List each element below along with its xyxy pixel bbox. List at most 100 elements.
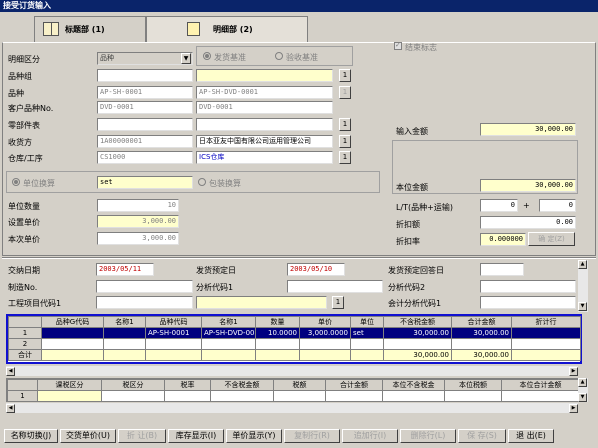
warehouse-code[interactable]: CS1000 [97, 151, 193, 164]
delivery-date-value[interactable]: 2003/05/11 [96, 263, 154, 276]
detail-cell[interactable] [299, 338, 351, 350]
tax-cell[interactable] [210, 390, 274, 402]
detail-cell[interactable]: 合计 [8, 349, 42, 361]
tax-cell[interactable] [101, 390, 165, 402]
tax-header-1[interactable]: 课税区分 [37, 379, 102, 391]
detail-cell[interactable]: AP-SH-0001 [145, 327, 202, 339]
detail-cell[interactable]: AP-SH-DVD-000 [201, 327, 256, 339]
item-name[interactable]: AP-SH-DVD-0001 [196, 86, 333, 99]
detail-header-5[interactable]: 数量 [255, 316, 300, 328]
detail-cell[interactable] [201, 349, 256, 361]
detail-cell[interactable] [41, 338, 104, 350]
tax-cell[interactable] [382, 390, 445, 402]
tax-scroll-down-icon[interactable]: ▼ [578, 393, 587, 402]
cust-item-code[interactable]: DVD-0001 [97, 101, 193, 114]
detail-header-4[interactable]: 名称1 [201, 316, 256, 328]
detail-cell[interactable] [103, 349, 146, 361]
tax-header-5[interactable]: 税额 [273, 379, 326, 391]
unit-input[interactable]: set [97, 176, 193, 189]
detail-cell[interactable] [201, 338, 256, 350]
tax-header-7[interactable]: 本位不含税金 [382, 379, 445, 391]
tax-cell[interactable] [164, 390, 211, 402]
ship-basis-radio[interactable] [203, 52, 211, 62]
detail-cell[interactable] [103, 338, 146, 350]
tab-header[interactable]: 标题部 (1) [34, 16, 146, 42]
analysis2-input[interactable] [480, 280, 576, 293]
detail-cell[interactable] [451, 338, 512, 350]
detail-header-2[interactable]: 名称1 [103, 316, 146, 328]
receiver-code[interactable]: 1A00000001 [97, 135, 193, 148]
detail-cell[interactable] [145, 338, 202, 350]
detail-cell[interactable] [299, 349, 351, 361]
bottom-button-6[interactable]: 追加行(I) [342, 429, 398, 443]
tax-header-2[interactable]: 税区分 [101, 379, 165, 391]
item-group-name[interactable] [196, 69, 333, 82]
unit-price-input[interactable]: 3,000.00 [97, 215, 179, 228]
detail-grid[interactable]: 品种G代码 名称1 品种代码 名称1 数量 单价 单位 不含税金额 合计金额 折计行 1 AP-SH… [6, 314, 582, 364]
detail-cell[interactable] [511, 349, 581, 361]
tax-grid[interactable]: 课税区分 税区分 税率 不含税金额 税额 合计金额 本位不含税金 本位税额 本位合计金额 1 [6, 378, 580, 402]
category-select[interactable]: 品种 [97, 52, 193, 65]
discount-rate-value[interactable]: 0.000000 [480, 233, 526, 246]
parts-lookup-button[interactable]: 1 [339, 118, 351, 131]
detail-cell[interactable] [255, 338, 300, 350]
end-flag-checkbox[interactable] [394, 41, 402, 52]
lt-value-1[interactable]: 0 [480, 199, 518, 212]
lt-value-2[interactable]: 0 [539, 199, 576, 212]
chevron-down-icon[interactable]: ▼ [181, 53, 191, 64]
detail-header-8[interactable]: 不含税金额 [383, 316, 452, 328]
detail-cell[interactable]: 3,000.0000 [299, 327, 351, 339]
grid-h-scrollbar[interactable] [6, 366, 578, 376]
scroll-right-icon[interactable]: ▶ [569, 367, 578, 376]
warehouse-name[interactable]: ICS仓库 [196, 151, 333, 164]
bottom-button-1[interactable]: 交货单价(U) [60, 429, 116, 443]
tax-header-0[interactable] [7, 379, 38, 391]
item-code[interactable]: AP-SH-0001 [97, 86, 193, 99]
item-lookup-button[interactable]: 1 [339, 86, 351, 99]
detail-cell[interactable]: 30,000.00 [451, 327, 512, 339]
scroll-down-icon[interactable]: ▼ [578, 302, 587, 311]
detail-row[interactable]: 合计 30,000.00 30,000.00 [8, 349, 581, 361]
detail-cell[interactable]: 30,000.00 [383, 349, 452, 361]
bottom-button-3[interactable]: 库存显示(I) [168, 429, 224, 443]
tax-cell[interactable] [325, 390, 383, 402]
project1-name[interactable] [196, 296, 327, 309]
detail-row[interactable]: 2 [8, 338, 581, 350]
bottom-button-2[interactable]: 折 让(B) [118, 429, 166, 443]
ship-date-value[interactable]: 2003/05/10 [287, 263, 345, 276]
detail-cell[interactable]: set [350, 327, 384, 339]
scroll-left-icon[interactable]: ◀ [6, 367, 15, 376]
bottom-button-0[interactable]: 名称切换(J) [4, 429, 58, 443]
qty-input[interactable]: 10 [97, 199, 179, 212]
tax-header-8[interactable]: 本位税额 [444, 379, 502, 391]
detail-cell[interactable]: 30,000.00 [451, 349, 512, 361]
confirm-button[interactable]: 确 定(Z) [528, 232, 575, 246]
tax-header-4[interactable]: 不含税金额 [210, 379, 274, 391]
warehouse-lookup-button[interactable]: 1 [339, 151, 351, 164]
scroll-up-icon[interactable]: ▲ [578, 260, 587, 269]
detail-cell[interactable]: 10.0000 [255, 327, 300, 339]
detail-header-1[interactable]: 品种G代码 [41, 316, 104, 328]
tax-header-6[interactable]: 合计金额 [325, 379, 383, 391]
detail-header-7[interactable]: 单位 [350, 316, 384, 328]
project1-lookup-button[interactable]: 1 [332, 296, 344, 309]
acct-analysis1-input[interactable] [480, 296, 576, 309]
project1-code[interactable] [96, 296, 193, 309]
detail-cell[interactable]: 30,000.00 [383, 327, 452, 339]
detail-header-10[interactable]: 折计行 [511, 316, 581, 328]
unit-conv-radio[interactable] [12, 178, 20, 188]
bottom-button-7[interactable]: 删除行(L) [400, 429, 456, 443]
tax-h-scrollbar[interactable] [6, 403, 578, 413]
detail-header-3[interactable]: 品种代码 [145, 316, 202, 328]
detail-header-0[interactable] [8, 316, 42, 328]
base-amount-value[interactable]: 30,000.00 [480, 179, 576, 192]
cust-item-name[interactable]: DVD-0001 [196, 101, 333, 114]
item-group-lookup-button[interactable]: 1 [339, 69, 351, 82]
accept-basis-radio[interactable] [275, 52, 283, 62]
detail-cell[interactable] [350, 349, 384, 361]
parts-code[interactable] [97, 118, 193, 131]
tax-cell[interactable] [273, 390, 326, 402]
bottom-button-9[interactable]: 退 出(E) [508, 429, 554, 443]
tax-header-3[interactable]: 税率 [164, 379, 211, 391]
bottom-button-8[interactable]: 保 存(S) [458, 429, 506, 443]
